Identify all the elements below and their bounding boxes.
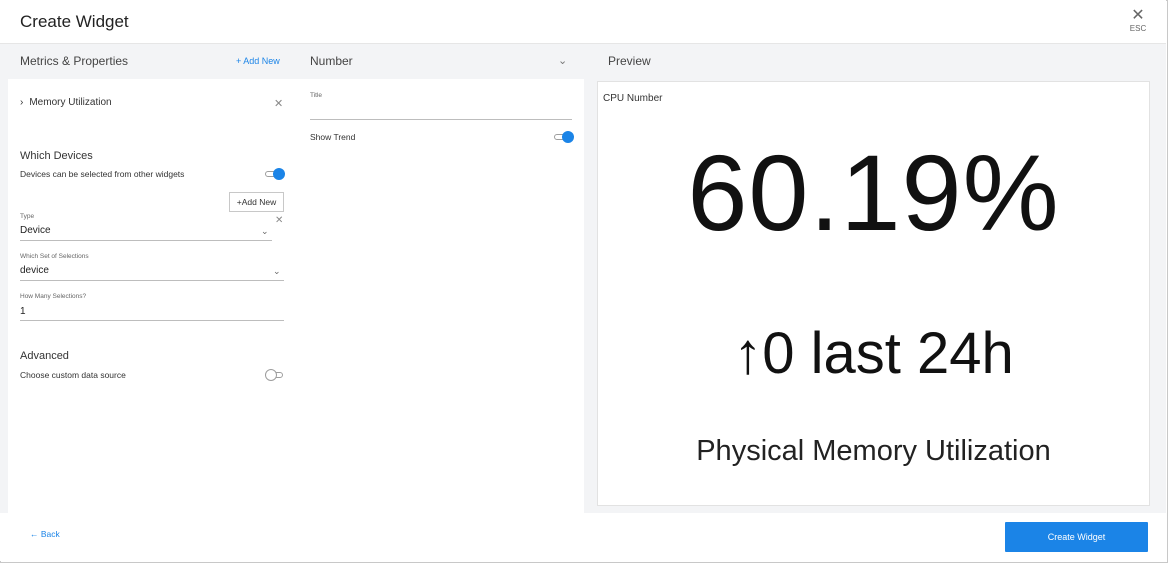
preview-trend: ↑0 last 24h	[733, 321, 1014, 386]
metric-item-memory-utilization[interactable]: › Memory Utilization	[20, 97, 112, 108]
how-many-input[interactable]: 1	[20, 306, 26, 317]
dialog-footer	[0, 513, 1166, 561]
type-caption: Type	[20, 213, 35, 220]
chevron-down-icon[interactable]: ⌄	[261, 226, 269, 237]
selection-set-select[interactable]: device	[20, 265, 49, 276]
which-devices-title: Which Devices	[20, 150, 93, 162]
remove-metric-icon[interactable]: ✕	[274, 97, 283, 110]
chevron-down-icon[interactable]: ⌄	[558, 54, 567, 67]
preview-column-title: Preview	[608, 54, 651, 68]
preview-value: 60.19%	[687, 132, 1060, 253]
preview-widget-title: CPU Number	[603, 93, 663, 104]
dialog-header: Create Widget ✕ ESC	[0, 0, 1166, 44]
create-widget-button[interactable]: Create Widget	[1005, 522, 1148, 552]
how-many-caption: How Many Selections?	[20, 293, 87, 300]
dialog-title: Create Widget	[20, 12, 129, 31]
custom-data-source-toggle[interactable]	[265, 369, 285, 381]
add-new-metric-link[interactable]: + Add New	[236, 56, 280, 66]
devices-from-other-widgets-label: Devices can be selected from other widge…	[20, 169, 185, 179]
title-input[interactable]	[310, 119, 572, 120]
widget-type-select[interactable]: Number	[310, 54, 353, 68]
close-button[interactable]: ✕ ESC	[1126, 7, 1150, 34]
column-header-band	[0, 44, 1166, 79]
show-trend-toggle[interactable]	[554, 131, 574, 143]
add-new-device-button[interactable]: +Add New	[229, 192, 284, 212]
close-hint: ESC	[1129, 24, 1147, 33]
selection-set-caption: Which Set of Selections	[20, 253, 89, 260]
settings-panel	[296, 79, 584, 513]
back-button[interactable]: ← Back	[30, 529, 60, 539]
title-caption: Title	[310, 92, 323, 99]
custom-data-source-label: Choose custom data source	[20, 370, 126, 380]
type-select[interactable]: Device	[20, 225, 51, 236]
type-underline	[20, 240, 272, 241]
devices-from-other-widgets-toggle[interactable]	[265, 168, 285, 180]
show-trend-label: Show Trend	[310, 132, 356, 142]
metric-item-label: Memory Utilization	[29, 97, 112, 108]
how-many-underline	[20, 320, 284, 321]
metrics-properties-title: Metrics & Properties	[20, 54, 129, 68]
preview-description: Physical Memory Utilization	[696, 435, 1051, 467]
selection-set-underline	[20, 280, 284, 281]
chevron-down-icon[interactable]: ⌄	[273, 266, 281, 277]
chevron-right-icon: ›	[20, 97, 24, 108]
remove-type-icon[interactable]: ✕	[275, 215, 283, 226]
advanced-title: Advanced	[20, 350, 69, 362]
close-icon: ✕	[1131, 7, 1145, 24]
